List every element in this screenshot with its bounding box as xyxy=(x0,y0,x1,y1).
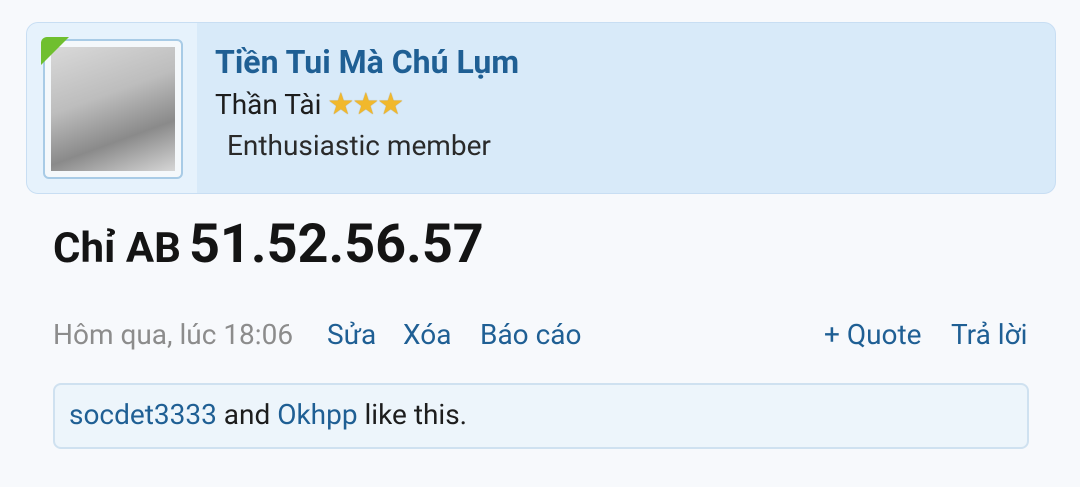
likes-bar: socdet3333 and Okhpp like this. xyxy=(53,383,1029,449)
member-title: Enthusiastic member xyxy=(227,129,491,162)
quote-link[interactable]: + Quote xyxy=(824,318,922,351)
report-link[interactable]: Báo cáo xyxy=(480,318,581,351)
reply-link[interactable]: Trả lời xyxy=(951,318,1027,351)
likes-suffix: like this. xyxy=(364,398,468,431)
liker-link-1[interactable]: socdet3333 xyxy=(69,398,217,431)
post-meta-bar: Hôm qua, lúc 18:06 Sửa Xóa Báo cáo + Quo… xyxy=(53,318,1029,358)
post-timestamp[interactable]: Hôm qua, lúc 18:06 xyxy=(53,318,293,351)
post-body: Chỉ AB 51.52.56.57 xyxy=(53,213,484,276)
username-link[interactable]: Tiền Tui Mà Chú Lụm xyxy=(215,43,519,81)
likes-summary: socdet3333 and Okhpp like this. xyxy=(69,398,467,431)
online-indicator-icon xyxy=(41,37,69,65)
post-numbers: 51.52.56.57 xyxy=(188,213,484,276)
avatar-image xyxy=(51,47,175,171)
delete-link[interactable]: Xóa xyxy=(403,318,451,351)
rank-title-label: Thần Tài xyxy=(215,88,322,121)
user-rank: Thần Tài ★★★ xyxy=(215,87,404,122)
rank-stars-icon: ★★★ xyxy=(327,87,404,122)
edit-link[interactable]: Sửa xyxy=(327,318,376,351)
avatar-column xyxy=(27,23,197,193)
user-info-card: Tiền Tui Mà Chú Lụm Thần Tài ★★★ Enthusia… xyxy=(26,22,1056,194)
likes-joiner: and xyxy=(223,398,271,431)
post-prefix: Chỉ AB xyxy=(53,224,181,273)
liker-link-2[interactable]: Okhpp xyxy=(277,398,357,431)
